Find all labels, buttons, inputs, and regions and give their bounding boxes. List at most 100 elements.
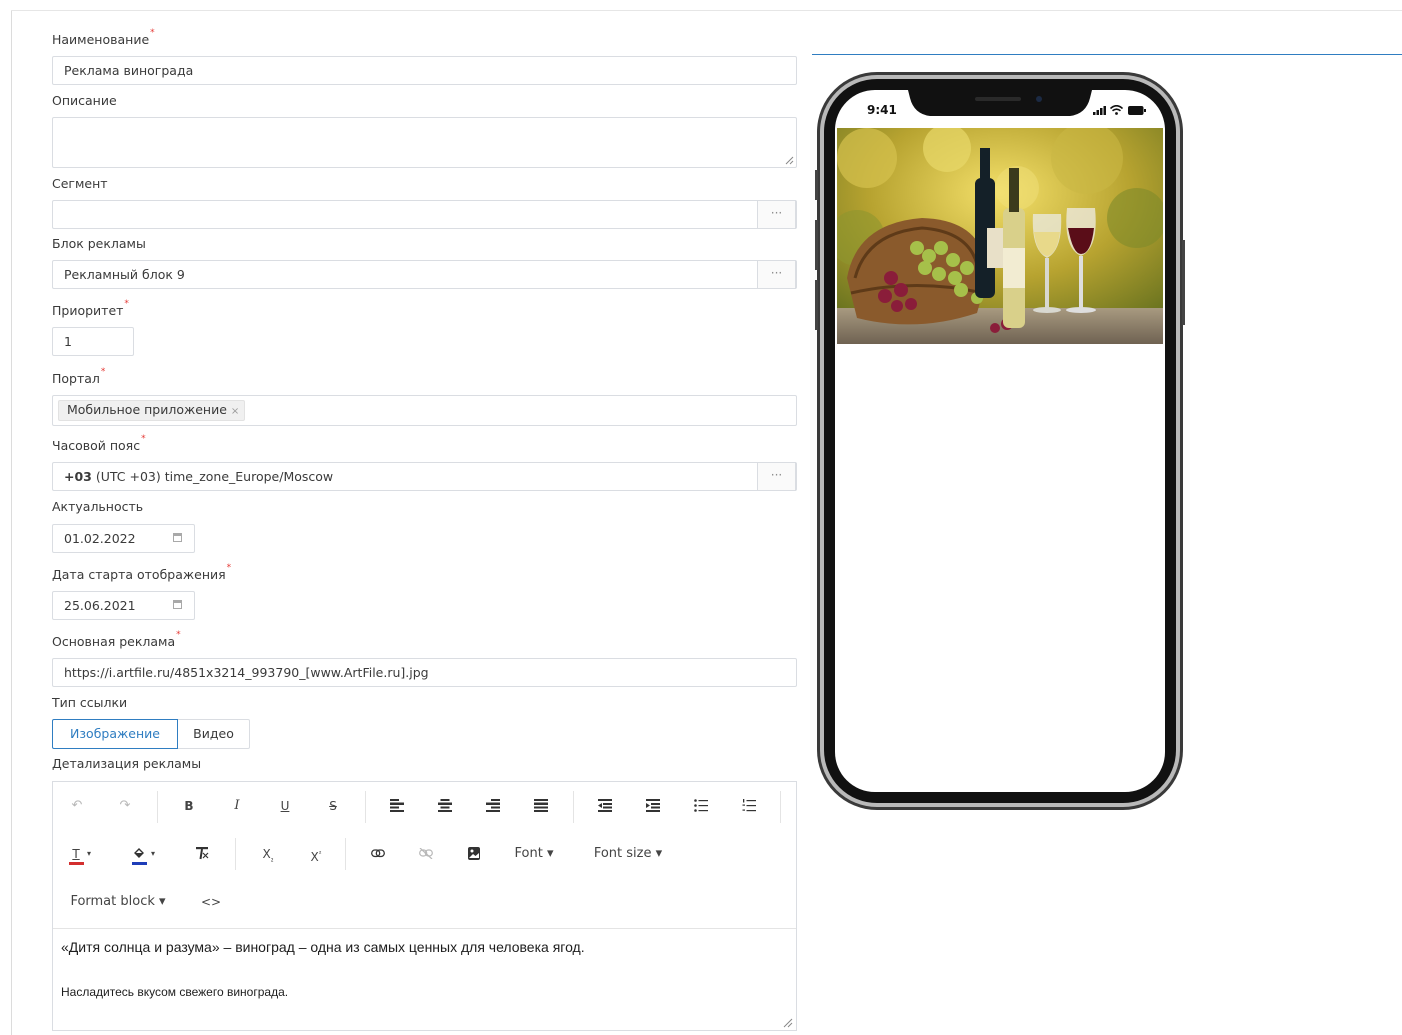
indent-icon[interactable]	[646, 799, 660, 812]
toolbar-divider	[573, 791, 574, 823]
image-icon[interactable]	[468, 847, 480, 860]
format-block-dropdown[interactable]: Format block ▾	[63, 892, 173, 912]
name-label: Наименование*	[52, 28, 155, 47]
timezone-input[interactable]: +03 (UTC +03) time_zone_Europe/Moscow ··…	[52, 462, 797, 491]
timezone-label-text: Часовой пояс	[52, 438, 141, 453]
name-label-text: Наименование	[52, 32, 150, 47]
unordered-list-icon[interactable]	[694, 799, 708, 812]
main-ad-label-text: Основная реклама	[52, 634, 176, 649]
required-mark: *	[141, 434, 146, 444]
start-date-value: 25.06.2021	[64, 598, 136, 613]
link-type-video-option[interactable]: Видео	[178, 719, 250, 749]
font-size-dropdown[interactable]: Font size ▾	[588, 844, 668, 864]
background-color-dropdown[interactable]: ▾	[132, 844, 162, 866]
portal-label-text: Портал	[52, 371, 100, 386]
background-color-swatch	[132, 862, 147, 865]
calendar-icon[interactable]	[173, 533, 182, 542]
link-type-label: Тип ссылки	[52, 695, 128, 710]
description-label: Описание	[52, 93, 117, 108]
undo-icon[interactable]: ↶	[67, 796, 87, 816]
actuality-label: Актуальность	[52, 499, 144, 514]
resize-grip-icon[interactable]	[785, 156, 794, 165]
subscript-button[interactable]: X₂	[259, 844, 277, 869]
paint-bucket-icon	[134, 848, 144, 858]
tag-remove-icon[interactable]: ×	[231, 406, 239, 417]
caret-down-icon: ▾	[150, 849, 155, 858]
toolbar-divider	[365, 791, 366, 823]
priority-input[interactable]: 1	[52, 327, 134, 356]
text-color-dropdown[interactable]: T ▾	[69, 844, 97, 866]
start-date-input[interactable]: 25.06.2021	[52, 591, 195, 620]
required-mark: *	[124, 299, 129, 309]
portal-label: Портал*	[52, 367, 105, 386]
segment-input[interactable]: ···	[52, 200, 797, 229]
ad-block-input[interactable]: Рекламный блок 9 ···	[52, 260, 797, 289]
priority-label-text: Приоритет	[52, 303, 124, 318]
phone-preview: 9:41	[815, 70, 1185, 812]
actuality-value: 01.02.2022	[64, 531, 136, 546]
description-textarea[interactable]	[52, 117, 797, 168]
align-left-icon[interactable]	[390, 799, 404, 812]
preview-divider-line	[812, 54, 1402, 55]
code-view-icon[interactable]: <>	[201, 892, 221, 912]
subscript-mark: ₂	[270, 855, 274, 864]
unlink-icon[interactable]	[419, 848, 433, 859]
segment-picker-button[interactable]: ···	[757, 200, 796, 229]
actuality-date-input[interactable]: 01.02.2022	[52, 524, 195, 553]
required-mark: *	[226, 563, 232, 573]
start-date-label: Дата старта отображения*	[52, 563, 231, 582]
priority-label: Приоритет*	[52, 299, 129, 318]
toolbar-divider	[235, 838, 236, 870]
text-color-swatch	[69, 862, 84, 865]
link-icon[interactable]	[371, 849, 385, 858]
clear-format-icon[interactable]	[196, 847, 209, 860]
portal-multiselect[interactable]: Мобильное приложение ×	[52, 395, 797, 426]
wine-grapes-image	[837, 128, 1163, 344]
resize-grip-icon[interactable]	[783, 1018, 793, 1028]
calendar-icon[interactable]	[173, 600, 182, 609]
superscript-mark: ²	[318, 850, 322, 858]
timezone-offset: +03	[64, 469, 92, 484]
ad-block-picker-button[interactable]: ···	[757, 260, 796, 289]
ordered-list-icon[interactable]	[742, 799, 756, 812]
superscript-label: X	[310, 850, 319, 864]
ad-preview-image	[837, 128, 1163, 344]
redo-icon[interactable]: ↷	[115, 796, 135, 816]
timezone-name: (UTC +03) time_zone_Europe/Moscow	[91, 469, 334, 484]
toolbar-divider	[780, 791, 781, 823]
editor-content-area[interactable]: «Дитя солнца и разума» – виноград – одна…	[53, 928, 796, 1031]
timezone-label: Часовой пояс*	[52, 434, 146, 453]
italic-button[interactable]: I	[227, 796, 247, 816]
ad-block-label: Блок рекламы	[52, 236, 146, 251]
strikethrough-button[interactable]: S	[323, 796, 343, 816]
link-type-image-option[interactable]: Изображение	[52, 719, 178, 749]
underline-button[interactable]: U	[275, 796, 295, 816]
align-center-icon[interactable]	[438, 799, 452, 812]
text-color-icon: T	[72, 847, 80, 861]
required-mark: *	[150, 28, 155, 38]
bold-button[interactable]: B	[179, 796, 199, 816]
toolbar-divider	[157, 791, 158, 823]
main-ad-url-input[interactable]: https://i.artfile.ru/4851x3214_993790_[w…	[52, 658, 797, 687]
start-date-label-text: Дата старта отображения	[52, 567, 226, 582]
content-paragraph-1: «Дитя солнца и разума» – виноград – одна…	[61, 939, 585, 955]
rich-text-editor: ↶ ↷ B I U S T ▾ ▾ X₂ X² Font ▾ Font size…	[52, 781, 797, 1031]
panel-top-border	[11, 10, 1402, 11]
wifi-icon	[1110, 105, 1123, 115]
superscript-button[interactable]: X²	[307, 844, 325, 867]
align-right-icon[interactable]	[486, 799, 500, 812]
outdent-icon[interactable]	[598, 799, 612, 812]
content-paragraph-2: Насладитесь вкусом свежего винограда.	[61, 985, 289, 999]
caret-down-icon: ▾	[86, 849, 91, 858]
ad-block-value: Рекламный блок 9	[64, 267, 185, 282]
panel-left-border	[11, 10, 12, 1035]
timezone-picker-button[interactable]: ···	[757, 462, 796, 491]
font-dropdown[interactable]: Font ▾	[509, 844, 559, 864]
main-ad-label: Основная реклама*	[52, 630, 181, 649]
signal-icon	[1093, 106, 1106, 115]
portal-tag-label: Мобильное приложение	[67, 402, 227, 417]
portal-tag: Мобильное приложение ×	[58, 400, 246, 421]
name-input[interactable]: Реклама винограда	[52, 56, 797, 85]
toolbar-divider	[345, 838, 346, 870]
align-justify-icon[interactable]	[534, 799, 548, 812]
